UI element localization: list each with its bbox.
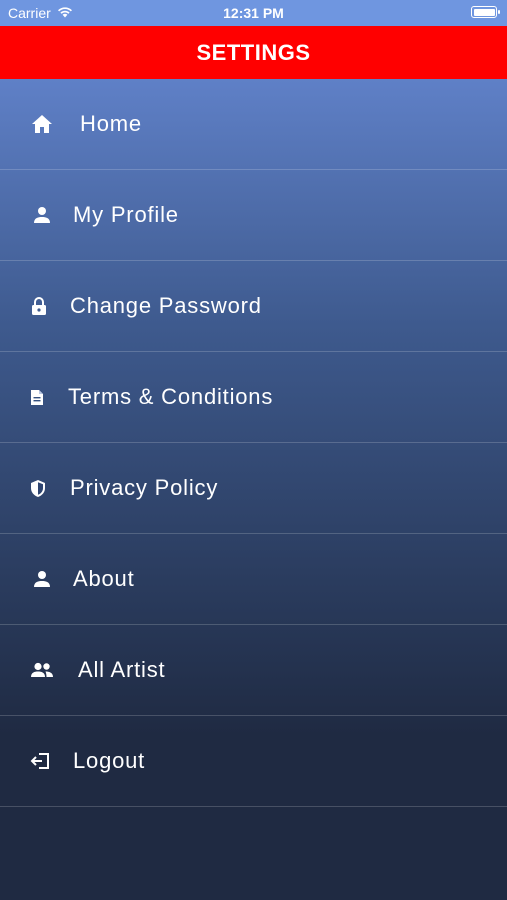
menu-item-logout[interactable]: Logout	[0, 716, 507, 807]
status-time: 12:31 PM	[223, 5, 284, 21]
logout-icon	[28, 749, 52, 773]
battery-icon	[471, 6, 500, 18]
menu-item-label: Change Password	[70, 293, 262, 318]
status-bar: Carrier 12:31 PM	[0, 0, 507, 26]
menu-item-privacy-policy[interactable]: Privacy Policy	[0, 443, 507, 534]
header-bar: SETTINGS	[0, 26, 507, 79]
person-icon	[30, 203, 54, 227]
menu-item-my-profile[interactable]: My Profile	[0, 170, 507, 261]
shield-icon	[26, 476, 50, 500]
page-title: SETTINGS	[196, 39, 311, 65]
menu-item-terms[interactable]: Terms & Conditions	[0, 352, 507, 443]
menu-item-label: Home	[80, 111, 142, 136]
menu-item-label: Privacy Policy	[70, 475, 219, 500]
menu-item-label: Logout	[73, 748, 146, 773]
menu-item-label: About	[73, 566, 135, 591]
document-icon	[25, 385, 49, 409]
menu-item-all-artist[interactable]: All Artist	[0, 625, 507, 716]
menu-item-home[interactable]: Home	[0, 79, 507, 170]
settings-menu: Home My Profile Change Password Terms & …	[0, 79, 507, 900]
menu-item-label: My Profile	[73, 202, 179, 227]
menu-item-label: All Artist	[78, 657, 166, 682]
person-icon	[30, 567, 54, 591]
menu-item-label: Terms & Conditions	[68, 384, 274, 409]
lock-icon	[27, 294, 51, 318]
menu-item-about[interactable]: About	[0, 534, 507, 625]
menu-item-change-password[interactable]: Change Password	[0, 261, 507, 352]
home-icon	[30, 112, 54, 136]
people-icon	[30, 658, 54, 682]
